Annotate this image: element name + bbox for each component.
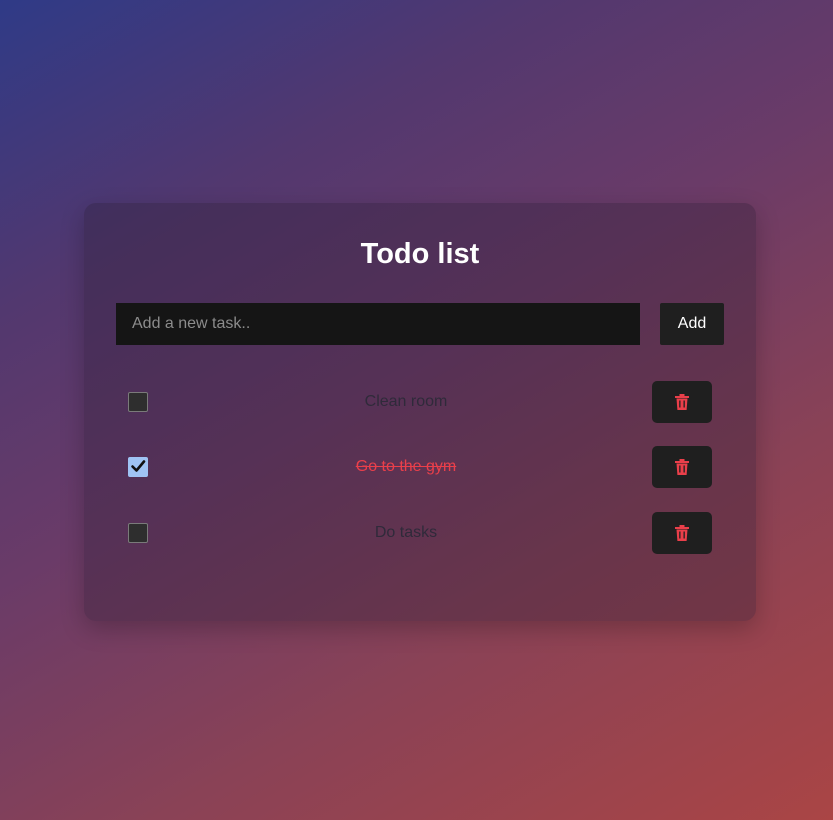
todo-checkbox[interactable]: [128, 457, 148, 477]
trash-icon: [675, 394, 689, 410]
todo-text: Do tasks: [374, 524, 438, 541]
todo-checkbox[interactable]: [128, 523, 148, 543]
todo-item: Clean room: [116, 381, 712, 423]
add-task-button[interactable]: Add: [660, 303, 724, 345]
todo-card: Todo list Add Clean room Go to th: [84, 203, 756, 621]
todo-item: Go to the gym: [116, 446, 712, 488]
trash-icon: [675, 525, 689, 541]
todo-item: Do tasks: [116, 512, 712, 554]
delete-todo-button[interactable]: [652, 381, 712, 423]
todo-text: Go to the gym: [355, 458, 457, 475]
new-task-input[interactable]: [116, 303, 640, 345]
todo-text: Clean room: [364, 393, 448, 410]
delete-todo-button[interactable]: [652, 446, 712, 488]
page-title: Todo list: [360, 238, 480, 270]
delete-todo-button[interactable]: [652, 512, 712, 554]
checkmark-icon: [131, 460, 146, 472]
trash-icon: [675, 459, 689, 475]
todo-checkbox[interactable]: [128, 392, 148, 412]
